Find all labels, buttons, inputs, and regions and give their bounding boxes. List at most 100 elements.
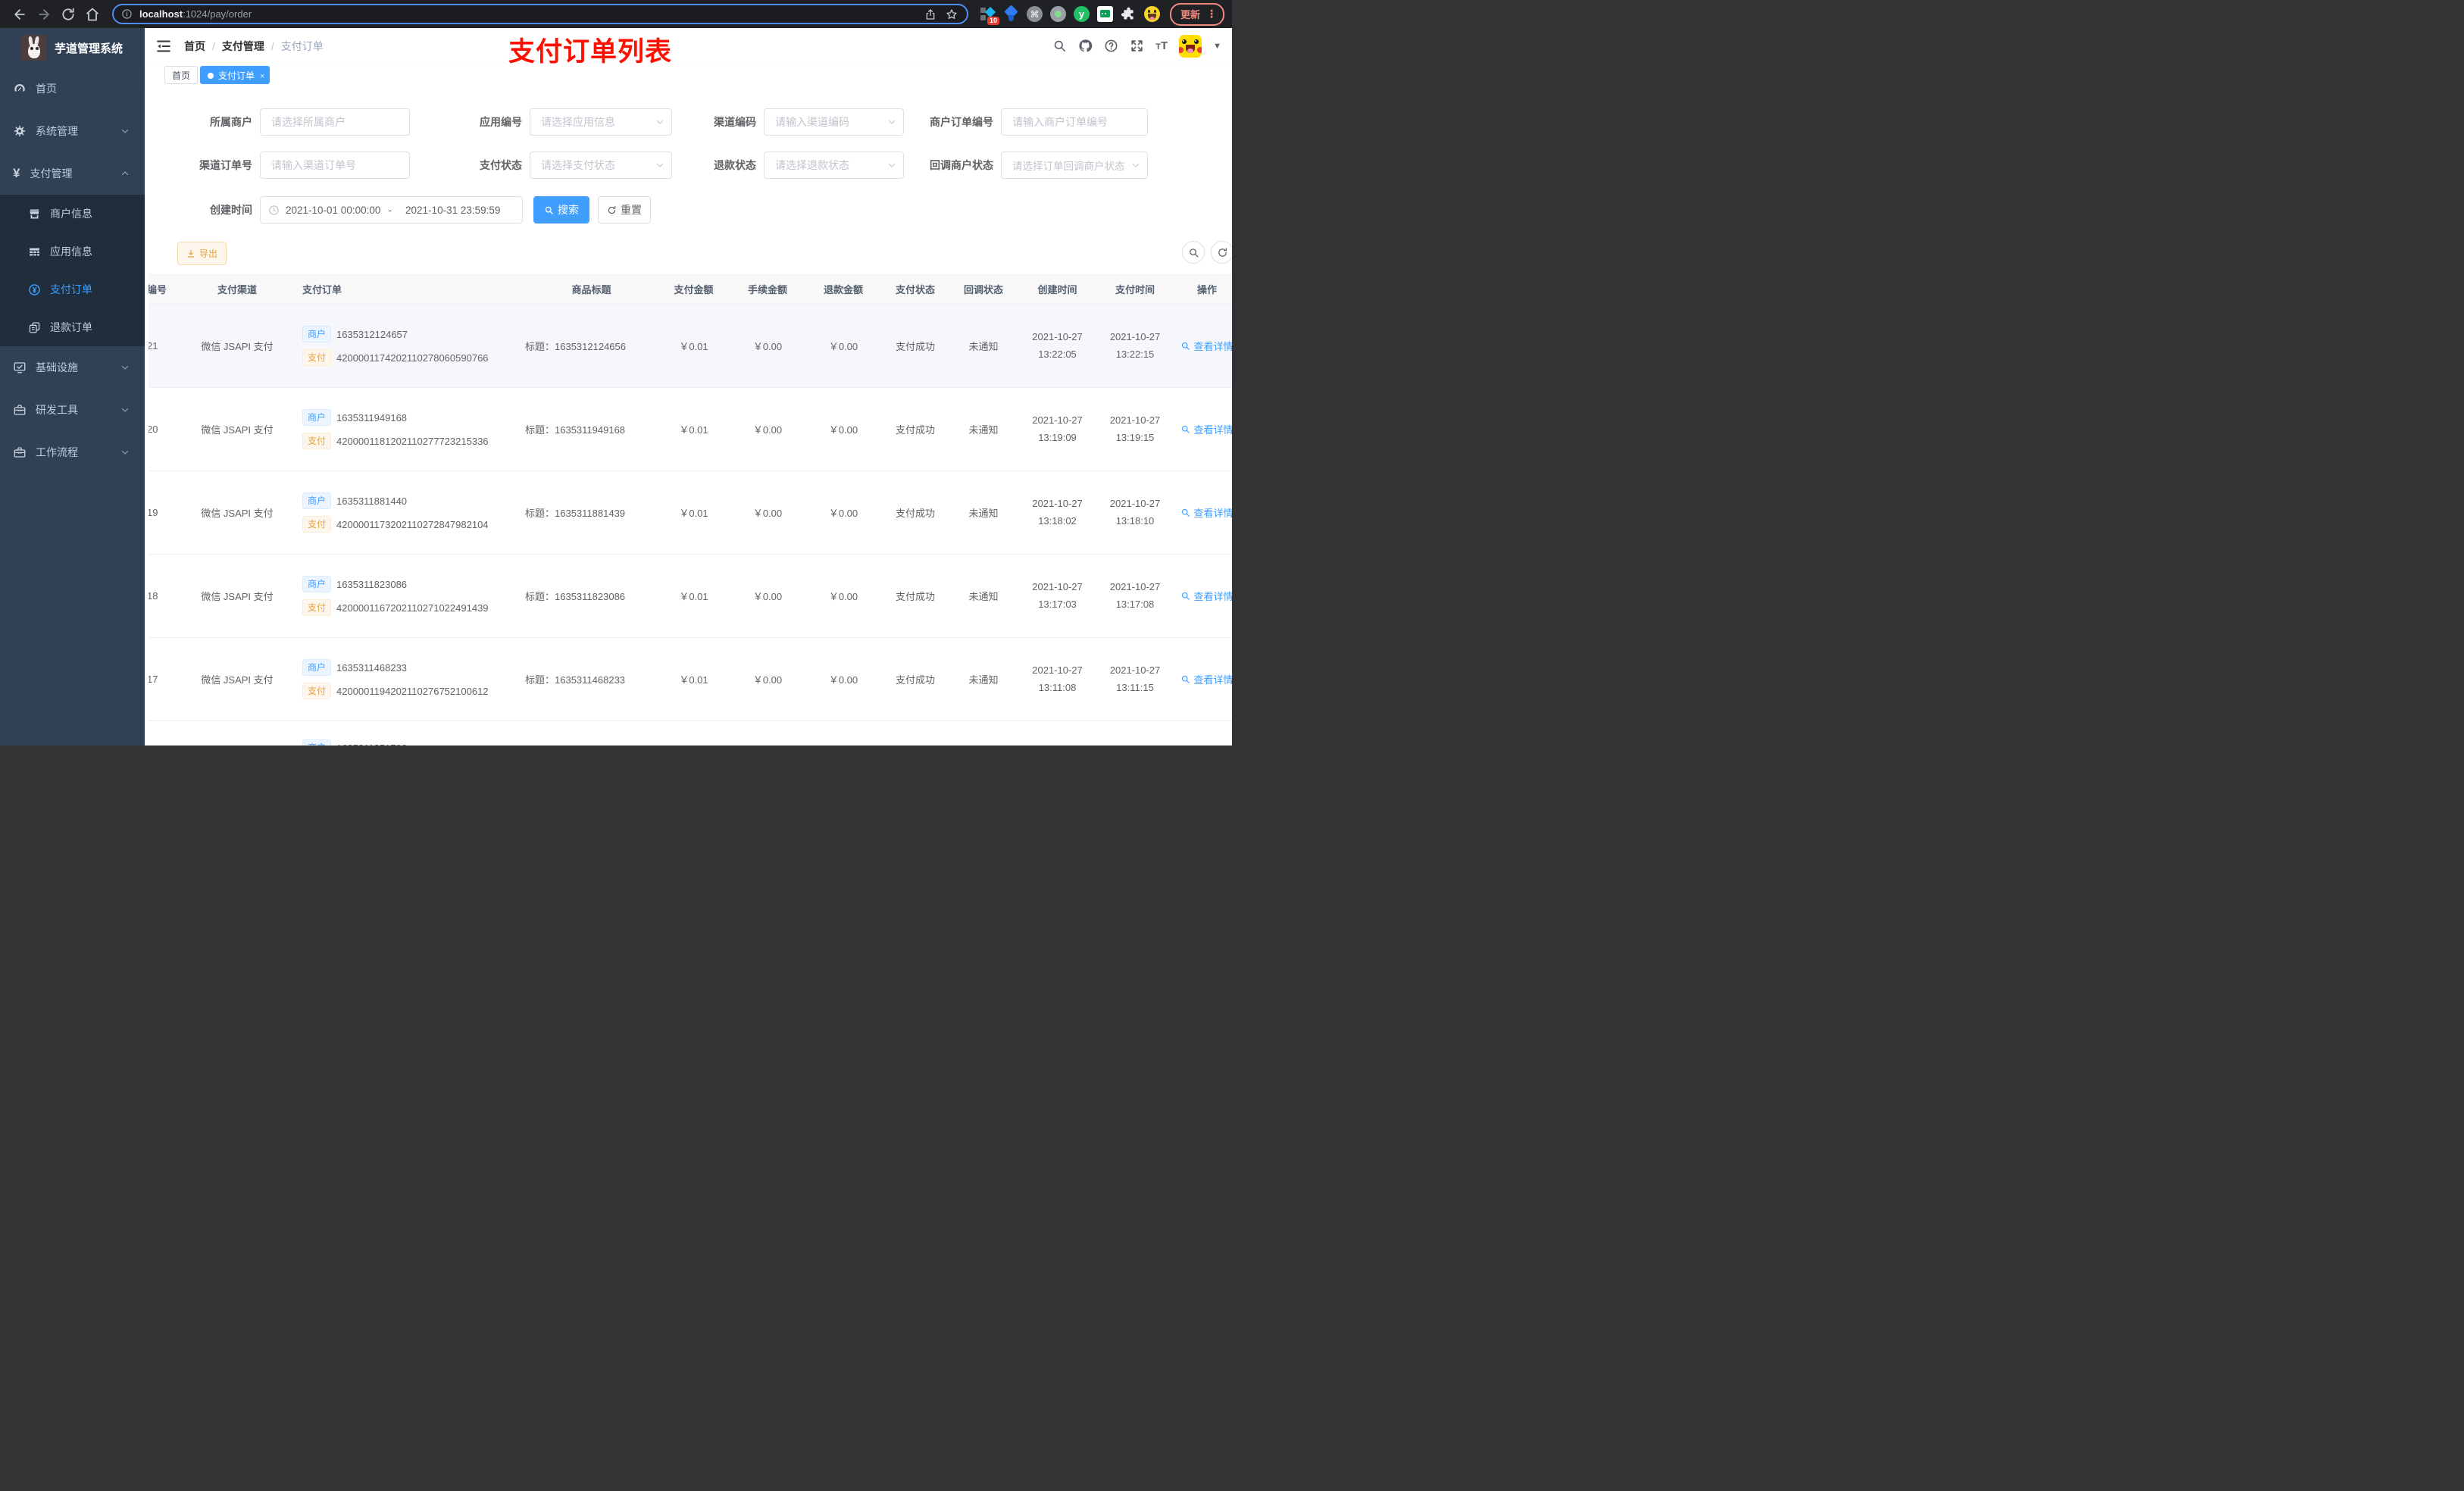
view-details-label: 查看详情 <box>1193 591 1232 602</box>
magnifier-icon <box>1180 591 1190 601</box>
sidebar-item-workflow[interactable]: 工作流程 <box>0 431 145 474</box>
sidebar-fold-icon[interactable] <box>155 38 172 55</box>
view-details-link[interactable]: 查看详情 <box>1180 672 1232 686</box>
sidebar-item-merchant-info[interactable]: 商户信息 <box>0 195 145 233</box>
back-icon[interactable] <box>12 7 27 22</box>
reset-button[interactable]: 重置 <box>598 196 651 223</box>
view-details-label: 查看详情 <box>1193 674 1232 686</box>
cell-notify-status: 未通知 <box>968 674 999 686</box>
order-number: 1635311468233 <box>336 661 408 674</box>
forward-icon[interactable] <box>36 7 52 22</box>
tab-pay-order[interactable]: 支付订单 × <box>200 66 270 84</box>
merchant-select-input[interactable] <box>260 108 410 136</box>
sidebar-item-home[interactable]: 首页 <box>0 67 145 110</box>
filter-label-merchant-order-no: 商户订单编号 <box>930 116 993 128</box>
view-details-link[interactable]: 查看详情 <box>1180 505 1232 520</box>
filter-label-channel-code: 渠道编码 <box>714 116 756 128</box>
table-row-partial: 商户 1635311351796 <box>149 721 1232 746</box>
cell-pay-order: 商户 1635311949168 支付 42000011812021102777232… <box>298 388 525 470</box>
extension-gem-icon[interactable] <box>1003 5 1019 22</box>
sidebar-item-refund-order[interactable]: 退款订单 <box>0 308 145 346</box>
extension-chat-icon[interactable] <box>1096 6 1113 22</box>
close-tab-icon[interactable]: × <box>260 72 264 81</box>
dashboard-icon <box>13 82 27 95</box>
view-details-link[interactable]: 查看详情 <box>1180 339 1232 353</box>
export-button[interactable]: 导出 <box>177 242 227 265</box>
order-no-line: 商户 1635311351796 <box>302 739 407 746</box>
home-icon[interactable] <box>85 7 100 22</box>
view-details-label: 查看详情 <box>1193 508 1232 519</box>
channel-order-no-input[interactable] <box>260 152 410 179</box>
browser-menu-icon[interactable]: ⋮ <box>1206 8 1217 20</box>
col-header-refund: 退款金额 <box>823 283 863 295</box>
order-no-line: 支付 4200001181202110277723215336 <box>302 433 489 449</box>
channel-code-select[interactable]: 请输入渠道编码 <box>764 108 904 136</box>
cell-notify-status: 未通知 <box>968 424 999 436</box>
search-icon <box>544 205 554 215</box>
date-line: 2021-10-27 <box>1109 497 1161 509</box>
avatar-caret-icon[interactable]: ▼ <box>1213 42 1221 51</box>
breadcrumb-pay-manage[interactable]: 支付管理 <box>222 39 264 54</box>
search-icon[interactable] <box>1052 39 1067 53</box>
breadcrumb-home[interactable]: 首页 <box>184 39 205 54</box>
bookmark-star-icon[interactable] <box>946 8 958 20</box>
cell-amount: ￥0.01 <box>679 341 708 352</box>
notify-status-select[interactable]: 请选择订单回调商户状态 <box>1001 152 1148 179</box>
create-time-range-picker[interactable]: 2021-10-01 00:00:00 - 2021-10-31 23:59:5… <box>260 196 523 223</box>
refresh-table-button[interactable] <box>1211 241 1232 264</box>
toggle-search-button[interactable] <box>1182 241 1205 264</box>
order-no-line: 商户 1635312124657 <box>302 326 408 342</box>
help-icon[interactable] <box>1104 39 1118 53</box>
extension-command-icon[interactable]: ⌘ <box>1026 6 1043 22</box>
search-button[interactable]: 搜索 <box>533 196 589 223</box>
app-logo[interactable]: 芋道管理系统 <box>0 28 145 67</box>
address-bar[interactable]: localhost:1024/pay/order <box>112 4 968 24</box>
site-info-icon[interactable] <box>121 8 133 20</box>
col-header-create-time: 创建时间 <box>1037 283 1077 295</box>
filter-label-notify-status: 回调商户状态 <box>930 159 993 171</box>
copy-document-icon <box>28 321 41 334</box>
filter-label-create-time: 创建时间 <box>210 204 252 216</box>
order-number: 4200001167202110271022491439 <box>336 602 489 614</box>
sidebar-item-infrastructure[interactable]: 基础设施 <box>0 346 145 389</box>
profile-emoji-icon[interactable] <box>1143 6 1160 22</box>
logo-rabbit-image <box>21 35 47 61</box>
view-details-link[interactable]: 查看详情 <box>1180 589 1232 603</box>
cell-refund: ￥0.00 <box>828 674 858 686</box>
sidebar-item-pay[interactable]: ¥ 支付管理 <box>0 152 145 195</box>
sidebar-item-system[interactable]: 系统管理 <box>0 110 145 152</box>
extensions-puzzle-icon[interactable] <box>1121 6 1137 22</box>
order-number: 1635311823086 <box>336 578 408 590</box>
pay-tag: 支付 <box>302 683 332 699</box>
reload-icon[interactable] <box>61 7 76 22</box>
cell-pay-order: 商户 1635312124657 支付 42000011742021102780605… <box>298 305 525 387</box>
sidebar-item-pay-order[interactable]: 支付订单 <box>0 270 145 308</box>
font-size-icon[interactable]: TT <box>1155 40 1168 52</box>
sidebar-item-app-info[interactable]: 应用信息 <box>0 233 145 270</box>
extension-recorder-icon[interactable] <box>1049 6 1066 22</box>
fullscreen-icon[interactable] <box>1130 39 1144 53</box>
col-header-fee: 手续金额 <box>747 283 787 295</box>
avatar[interactable] <box>1179 34 1202 58</box>
pay-tag: 支付 <box>302 349 332 366</box>
browser-update-button[interactable]: 更新 ⋮ <box>1169 2 1224 26</box>
github-icon[interactable] <box>1078 39 1093 53</box>
extension-y-icon[interactable]: y <box>1073 6 1090 22</box>
sidebar-item-dev-tools[interactable]: 研发工具 <box>0 389 145 431</box>
share-icon[interactable] <box>924 8 937 20</box>
extension-tasks-icon[interactable]: 10 <box>980 6 999 25</box>
merchant-tag: 商户 <box>302 659 332 676</box>
merchant-order-no-input[interactable] <box>1001 108 1148 136</box>
date-range-start: 2021-10-01 00:00:00 <box>286 204 381 216</box>
view-details-link[interactable]: 查看详情 <box>1180 422 1232 436</box>
chevron-down-icon <box>120 448 130 457</box>
refund-status-select[interactable]: 请选择退款状态 <box>764 152 904 179</box>
tab-home[interactable]: 首页 <box>164 66 199 84</box>
cell-title: 标题：1635311468233 <box>525 674 626 686</box>
app-window: 芋道管理系统 首页 系统管理 ¥ 支付管理 商户信息 应用信息 支付订单 退款订… <box>0 28 1232 746</box>
order-no-line: 支付 4200001173202110272847982104 <box>302 516 489 533</box>
cell-channel: 微信 JSAPI 支付 <box>201 424 274 436</box>
cell-pay-time: 2021-10-27 13:17:08 <box>1097 555 1173 637</box>
cell-fee: ￥0.00 <box>752 591 783 602</box>
cell-pay-order: 商户 1635311881440 支付 42000011732021102728479… <box>298 471 525 554</box>
